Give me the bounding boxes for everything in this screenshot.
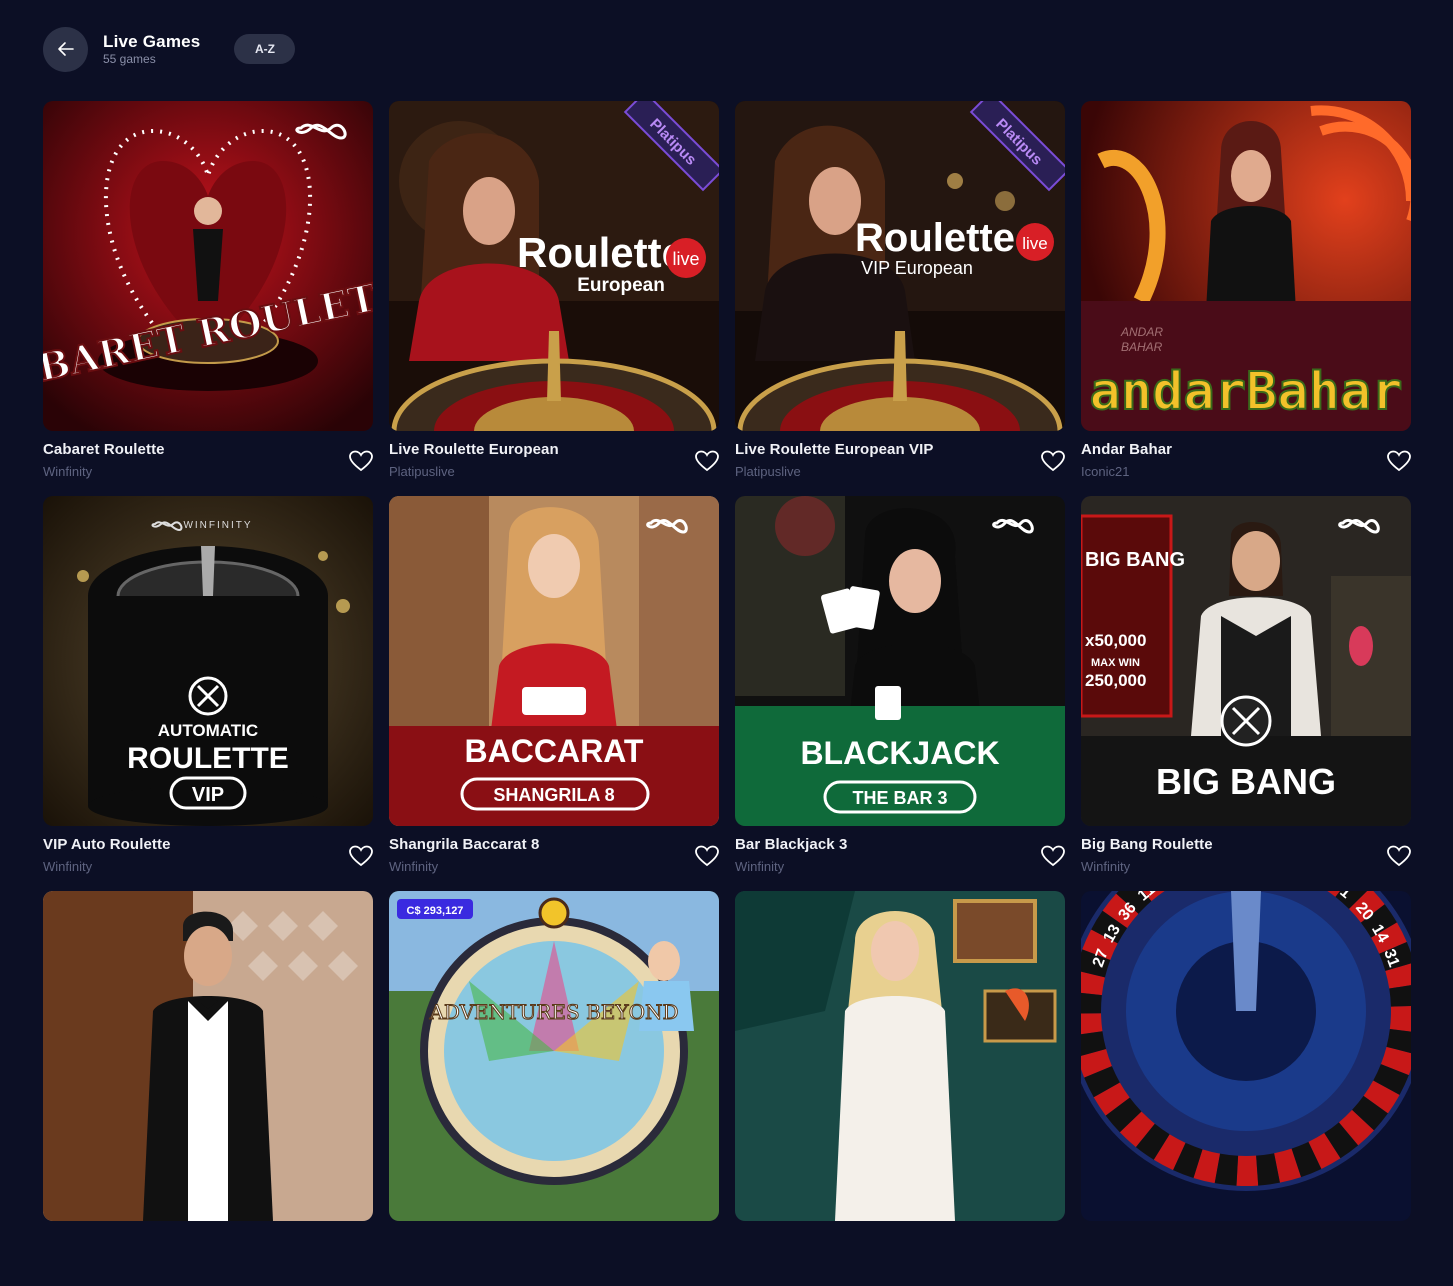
game-name[interactable]: Shangrila Baccarat 8 (389, 836, 539, 853)
favorite-heart-icon[interactable] (1041, 845, 1065, 867)
game-art-subtitle: VIP European (861, 258, 973, 278)
game-thumbnail[interactable]: C$ 293,127 ADVENTURES BEYOND (389, 891, 719, 1221)
game-provider: Winfinity (735, 859, 785, 874)
game-count: 55 games (103, 52, 156, 66)
game-card: BIG BANG x50,000 MAX WIN 250,000 BIG BAN… (1081, 496, 1411, 891)
game-thumbnail[interactable]: BIG BANG x50,000 MAX WIN 250,000 BIG BAN… (1081, 496, 1411, 826)
game-art-title: BIG BANG (1156, 761, 1336, 802)
svg-text:x50,000: x50,000 (1085, 631, 1146, 650)
svg-text:ANDAR: ANDAR (1120, 325, 1163, 339)
game-thumbnail[interactable]: Roulette live VIP European Platipus (735, 101, 1065, 431)
favorite-heart-icon[interactable] (1387, 845, 1411, 867)
game-card: BACCARAT SHANGRILA 8 Shangrila Baccarat … (389, 496, 719, 891)
game-art-title: ROULETTE (127, 742, 289, 775)
page-title: Live Games (103, 32, 201, 51)
svg-text:live: live (672, 249, 699, 269)
game-art-subtitle: VIP (192, 784, 224, 806)
game-card (735, 891, 1065, 1286)
svg-text:MAX WIN: MAX WIN (1091, 657, 1140, 669)
page-header: Live Games 55 games A-Z (43, 26, 296, 72)
game-name[interactable]: Cabaret Roulette (43, 441, 165, 458)
game-art-title: ADVENTURES BEYOND (428, 1000, 678, 1024)
game-art-title: Roulette (517, 229, 685, 276)
sort-az-button[interactable]: A-Z (234, 34, 296, 64)
game-card: Roulette live VIP European Platipus Live… (735, 101, 1065, 496)
title-block: Live Games 55 games (103, 32, 200, 66)
game-provider: Winfinity (43, 859, 93, 874)
game-art-title: andarBahar (1089, 362, 1402, 422)
game-name[interactable]: Big Bang Roulette (1081, 836, 1213, 853)
game-art-top: BIG BANG (1085, 549, 1185, 571)
game-card: Roulette live European Platipus Live Rou… (389, 101, 719, 496)
back-button[interactable] (43, 26, 88, 72)
game-provider: Iconic21 (1081, 464, 1130, 479)
game-thumbnail[interactable] (735, 891, 1065, 1221)
game-name[interactable]: Andar Bahar (1081, 441, 1172, 458)
game-provider: Platipuslive (735, 464, 801, 479)
game-thumbnail[interactable]: BLACKJACK THE BAR 3 (735, 496, 1065, 826)
game-card: BLACKJACK THE BAR 3 Bar Blackjack 3 Winf… (735, 496, 1065, 891)
svg-text:250,000: 250,000 (1085, 671, 1146, 690)
game-thumbnail[interactable]: CABARET ROULETTE (43, 101, 373, 431)
game-thumbnail[interactable]: AUTOMATIC ROULETTE VIP WINFINITY (43, 496, 373, 826)
favorite-heart-icon[interactable] (695, 845, 719, 867)
game-provider: Winfinity (1081, 859, 1131, 874)
game-art-subtitle: THE BAR 3 (852, 788, 947, 808)
jackpot-badge: C$ 293,127 (407, 905, 464, 917)
game-provider: Winfinity (389, 859, 439, 874)
favorite-heart-icon[interactable] (349, 450, 373, 472)
game-name[interactable]: Live Roulette European VIP (735, 441, 933, 458)
favorite-heart-icon[interactable] (695, 450, 719, 472)
game-art-title: BLACKJACK (800, 735, 999, 771)
game-name[interactable]: Live Roulette European (389, 441, 559, 458)
winfinity-logo-text: WINFINITY (183, 520, 252, 531)
game-provider: Winfinity (43, 464, 93, 479)
game-card: AUTOMATIC ROULETTE VIP WINFINITY VIP Aut… (43, 496, 373, 891)
game-thumbnail[interactable]: BACCARAT SHANGRILA 8 (389, 496, 719, 826)
game-card: 271336113082310416331201431 (1081, 891, 1411, 1286)
game-art-subtitle: SHANGRILA 8 (493, 785, 614, 805)
favorite-heart-icon[interactable] (349, 845, 373, 867)
game-card: CABARET ROULETTE Cabaret Roulette Winfin… (43, 101, 373, 496)
game-thumbnail[interactable]: 271336113082310416331201431 (1081, 891, 1411, 1221)
game-art-top: AUTOMATIC (158, 721, 258, 740)
game-art-title: BACCARAT (465, 733, 644, 769)
favorite-heart-icon[interactable] (1041, 450, 1065, 472)
game-card: C$ 293,127 ADVENTURES BEYOND (389, 891, 719, 1286)
game-art-title: Roulette (855, 216, 1015, 260)
game-name[interactable]: VIP Auto Roulette (43, 836, 171, 853)
game-card (43, 891, 373, 1286)
favorite-heart-icon[interactable] (1387, 450, 1411, 472)
game-thumbnail[interactable]: Roulette live European Platipus (389, 101, 719, 431)
svg-text:live: live (1022, 234, 1048, 253)
games-grid: CABARET ROULETTE Cabaret Roulette Winfin… (43, 101, 1411, 1286)
game-art-subtitle: European (577, 275, 665, 296)
svg-text:BAHAR: BAHAR (1121, 340, 1163, 354)
game-card: ANDAR BAHAR andarBahar Andar Bahar Iconi… (1081, 101, 1411, 496)
game-thumbnail[interactable] (43, 891, 373, 1221)
game-provider: Platipuslive (389, 464, 455, 479)
game-thumbnail[interactable]: ANDAR BAHAR andarBahar (1081, 101, 1411, 431)
game-name[interactable]: Bar Blackjack 3 (735, 836, 847, 853)
arrow-left-icon (57, 42, 74, 56)
